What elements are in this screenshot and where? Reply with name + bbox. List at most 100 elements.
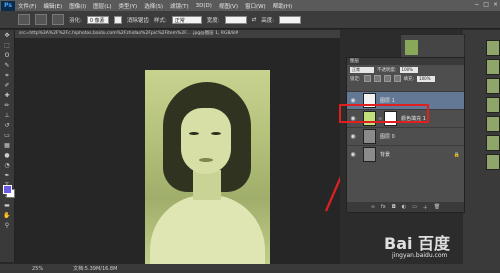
layer-name: 背景 (380, 152, 391, 158)
layer-thumbnail (363, 147, 376, 162)
minimize-icon[interactable]: − (474, 1, 479, 8)
antialias-checkbox[interactable] (113, 15, 122, 24)
lock-label: 锁定: (350, 76, 361, 82)
photoshop-logo: Ps (1, 0, 15, 11)
close-icon[interactable]: × (493, 1, 498, 8)
feather-label: 羽化: (69, 17, 82, 24)
menu-edit[interactable]: 编辑(E) (43, 2, 62, 10)
layer-thumbnail (363, 129, 376, 144)
lock-row: 锁定: 填充: 100% (347, 74, 464, 83)
photo-shoulders (150, 195, 265, 268)
clone-stamp-tool-icon[interactable]: ⊥ (2, 112, 12, 120)
side-thumb[interactable] (486, 40, 500, 56)
crop-tool-icon[interactable]: ⌗ (2, 72, 12, 80)
watermark-brand: Bai 百度 (384, 234, 451, 253)
healing-tool-icon[interactable]: ✚ (2, 92, 12, 100)
highlight-box (339, 104, 429, 123)
visibility-eye-icon[interactable]: ◉ (349, 133, 357, 140)
fx-icon[interactable]: fx (381, 204, 386, 210)
canvas-photo[interactable] (145, 70, 270, 268)
gradient-tool-icon[interactable]: ▦ (2, 142, 12, 150)
watermark-site: jingyan.baidu.com (392, 252, 448, 259)
swap-icon[interactable]: ⇄ (252, 17, 257, 23)
height-input[interactable] (279, 15, 302, 24)
group-icon[interactable]: ▭ (412, 204, 417, 210)
zoom-tool-icon[interactable]: ⚲ (2, 222, 12, 230)
photo-lips (199, 158, 213, 162)
layer-row-4[interactable]: ◉ 背景 🔒 (347, 145, 464, 163)
foreground-color-swatch[interactable] (3, 185, 12, 194)
menu-window[interactable]: 窗口(W) (245, 2, 266, 10)
toolbox: ✥ ⬚ ʘ ✎ ⌗ ✐ ✚ ✏ ⊥ ↺ ▭ ▦ ● ◔ ✒ T ➤ ▬ ✋ ⚲ (0, 30, 15, 262)
visibility-eye-icon[interactable]: ◉ (349, 151, 357, 158)
doc-size: 文档:5.39M/16.8M (73, 266, 118, 272)
side-thumb[interactable] (486, 116, 500, 132)
lock-transparent-icon[interactable] (363, 75, 371, 82)
pen-tool-icon[interactable]: ✒ (2, 172, 12, 180)
brush-tool-icon[interactable]: ✏ (2, 102, 12, 110)
side-thumb[interactable] (486, 78, 500, 94)
eraser-tool-icon[interactable]: ▭ (2, 132, 12, 140)
history-thumbnail[interactable] (405, 40, 418, 55)
new-selection-icon[interactable] (18, 14, 30, 25)
side-thumbnails (486, 40, 500, 173)
move-tool-icon[interactable]: ✥ (2, 32, 12, 40)
opacity-label: 不透明度: (377, 67, 397, 73)
menu-filter[interactable]: 滤镜(T) (170, 2, 189, 10)
subtract-selection-icon[interactable] (52, 14, 64, 25)
lock-position-icon[interactable] (383, 75, 391, 82)
layers-panel-title[interactable]: 图层 (347, 58, 464, 65)
add-mask-icon[interactable]: ◘ (392, 204, 396, 210)
marquee-tool-icon[interactable]: ⬚ (2, 42, 12, 50)
menu-help[interactable]: 帮助(H) (273, 2, 292, 10)
layer-name: 图层 1 (380, 98, 395, 104)
menu-file[interactable]: 文件(F) (18, 2, 36, 10)
layer-row-3[interactable]: ◉ 图层 0 (347, 127, 464, 145)
height-label: 高度: (261, 17, 275, 24)
blend-mode-select[interactable]: 正常 (350, 66, 374, 73)
width-input[interactable] (224, 15, 247, 24)
feather-input[interactable]: 0 像素 (86, 15, 109, 24)
menu-bar: Ps 文件(F) 编辑(E) 图像(I) 图层(L) 类型(Y) 选择(S) 滤… (0, 0, 500, 11)
layer-name: 图层 0 (380, 134, 395, 140)
window-controls: − □ × (474, 1, 498, 8)
delete-layer-icon[interactable]: 🗑 (434, 204, 440, 210)
side-thumb[interactable] (486, 59, 500, 75)
menu-3d[interactable]: 3D(D) (196, 3, 212, 9)
opacity-input[interactable]: 100% (399, 66, 418, 73)
maximize-icon[interactable]: □ (483, 1, 489, 8)
adjustment-icon[interactable]: ◐ (402, 204, 406, 210)
hand-tool-icon[interactable]: ✋ (2, 212, 12, 220)
lock-pixels-icon[interactable] (373, 75, 381, 82)
menu-layer[interactable]: 图层(L) (93, 2, 111, 10)
options-bar: 羽化: 0 像素 消除锯齿 样式: 正常 宽度: ⇄ 高度: (0, 11, 500, 29)
add-selection-icon[interactable] (35, 14, 47, 25)
quick-select-tool-icon[interactable]: ✎ (2, 62, 12, 70)
photo-left-eye (189, 132, 199, 135)
style-select[interactable]: 正常 (171, 15, 202, 24)
style-label: 样式: (153, 17, 167, 24)
fill-input[interactable]: 100% (417, 75, 436, 82)
document-tab[interactable]: src=http%3A%2F%2Fc.hiphotos.baidu.com%2F… (15, 30, 340, 38)
lock-all-icon[interactable] (393, 75, 401, 82)
shape-tool-icon[interactable]: ▬ (2, 202, 12, 210)
blur-tool-icon[interactable]: ● (2, 152, 12, 160)
new-layer-icon[interactable]: ＋ (423, 204, 428, 211)
visibility-eye-icon[interactable]: ◉ (349, 97, 357, 104)
history-brush-tool-icon[interactable]: ↺ (2, 122, 12, 130)
antialias-label: 消除锯齿 (126, 17, 149, 24)
menu-view[interactable]: 视图(V) (219, 2, 238, 10)
menu-select[interactable]: 选择(S) (144, 2, 163, 10)
dodge-tool-icon[interactable]: ◔ (2, 162, 12, 170)
side-thumb[interactable] (486, 154, 500, 170)
menu-image[interactable]: 图像(I) (69, 2, 86, 10)
eyedropper-tool-icon[interactable]: ✐ (2, 82, 12, 90)
side-thumb[interactable] (486, 135, 500, 151)
zoom-level[interactable]: 25% (32, 266, 43, 272)
layers-panel: 图层 正常 不透明度: 100% 锁定: 填充: 100% ◉ 图层 1 ◉ ∞… (346, 57, 465, 213)
photo-neck (193, 170, 221, 200)
lasso-tool-icon[interactable]: ʘ (2, 52, 12, 60)
side-thumb[interactable] (486, 97, 500, 113)
menu-type[interactable]: 类型(Y) (119, 2, 138, 10)
link-layers-icon[interactable]: ∞ (371, 204, 375, 210)
